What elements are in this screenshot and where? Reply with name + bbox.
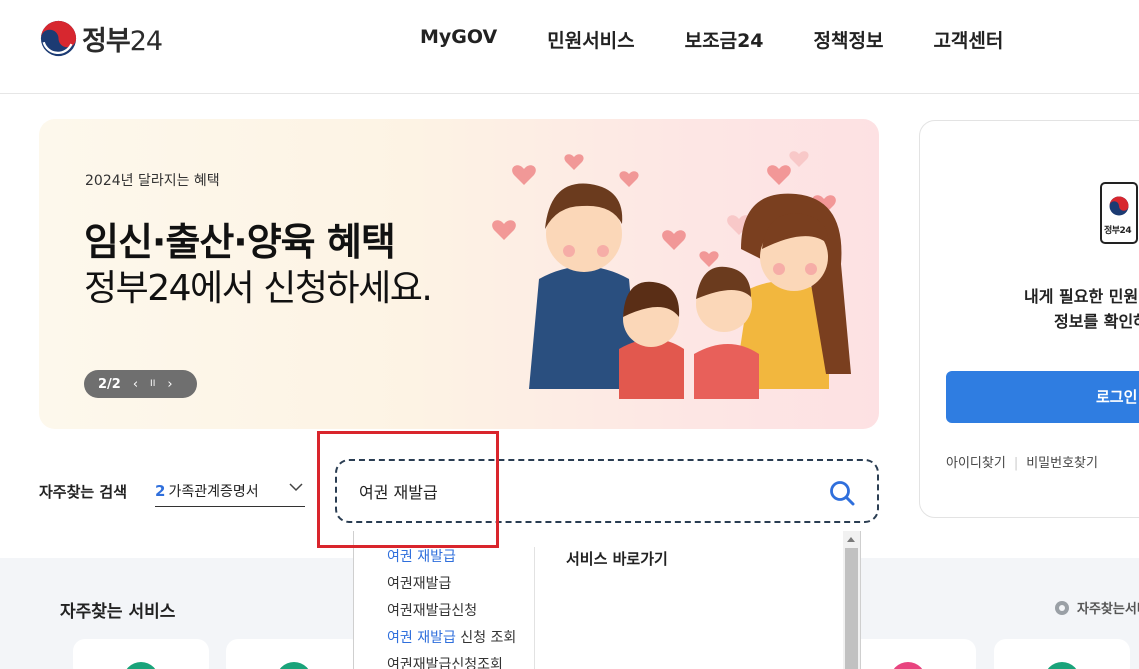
autocomplete-item[interactable]: 여권 재발급 xyxy=(387,547,516,574)
service-shortcut-heading: 서비스 바로가기 xyxy=(566,550,668,568)
frequent-search-label: 자주찾는 검색 xyxy=(39,483,128,501)
phone-label: 정부24 xyxy=(1104,226,1132,236)
logo-text: 정부24 xyxy=(82,26,163,57)
autocomplete-item[interactable]: 여권재발급 xyxy=(387,574,516,601)
frequent-search-term: 가족관계증명서 xyxy=(168,484,259,500)
frequent-services-settings-label: 자주찾는서비 xyxy=(1077,602,1139,617)
login-message-line2: 정보를 확인하 xyxy=(1054,312,1139,331)
scroll-thumb[interactable] xyxy=(845,548,858,669)
autocomplete-item[interactable]: 여권재발급신청 xyxy=(387,601,516,628)
frequent-services-settings[interactable]: 자주찾는서비 xyxy=(1053,598,1139,617)
scroll-up-icon[interactable] xyxy=(847,537,855,542)
frequent-search-select[interactable]: 2 가족관계증명서 xyxy=(155,476,305,507)
taegeuk-logo-icon xyxy=(1109,196,1129,216)
promo-banner[interactable]: 2024년 달라지는 혜택 임신·출산·양육 혜택 정부24에서 신청하세요. … xyxy=(39,119,879,429)
service-icon xyxy=(123,662,159,669)
autocomplete-divider xyxy=(534,547,535,669)
frequent-services-title: 자주찾는 서비스 xyxy=(60,602,176,622)
nav-policy-info[interactable]: 정책정보 xyxy=(814,26,884,53)
autocomplete-scrollbar[interactable] xyxy=(843,531,860,669)
search-autocomplete: 여권 재발급 여권재발급 여권재발급신청 여권 재발급 신청 조회 여권재발급신… xyxy=(353,531,861,669)
frequent-search-rank: 2 xyxy=(155,482,166,500)
autocomplete-item[interactable]: 여권재발급신청조회 xyxy=(387,655,516,669)
login-message-line1: 내게 필요한 민원 xyxy=(1024,287,1139,306)
login-links: 아이디찾기 | 비밀번호찾기 xyxy=(946,452,1098,471)
pause-icon[interactable]: II xyxy=(150,379,155,389)
login-button[interactable]: 로그인 xyxy=(946,371,1139,423)
service-card[interactable] xyxy=(73,639,209,669)
nav-subsidy24[interactable]: 보조금24 xyxy=(685,26,764,53)
find-password-link[interactable]: 비밀번호찾기 xyxy=(1026,456,1098,471)
service-icon xyxy=(276,662,312,669)
banner-title-secondary: 정부24에서 신청하세요. xyxy=(84,268,433,309)
banner-pager: 2/2 ‹ II › xyxy=(84,370,197,398)
taegeuk-logo-icon xyxy=(40,20,77,57)
link-divider: | xyxy=(1013,456,1019,471)
next-slide-icon[interactable]: › xyxy=(167,377,172,392)
logo[interactable]: 정부24 xyxy=(40,19,163,58)
banner-page-count: 2/2 xyxy=(98,376,121,392)
main-nav: MyGOV 민원서비스 보조금24 정책정보 고객센터 xyxy=(420,26,1053,53)
nav-customer-center[interactable]: 고객센터 xyxy=(933,26,1003,53)
search-input[interactable] xyxy=(359,481,809,500)
phone-icon: 정부24 xyxy=(1100,182,1138,244)
prev-slide-icon[interactable]: ‹ xyxy=(133,377,138,392)
nav-civil-services[interactable]: 민원서비스 xyxy=(547,26,634,53)
banner-title: 임신·출산·양육 혜택 xyxy=(84,220,396,264)
search-box xyxy=(335,459,879,523)
autocomplete-item[interactable]: 여권 재발급 신청 조회 xyxy=(387,628,516,655)
find-id-link[interactable]: 아이디찾기 xyxy=(946,456,1006,471)
banner-subtitle: 2024년 달라지는 혜택 xyxy=(85,173,220,189)
chevron-down-icon xyxy=(289,483,303,492)
autocomplete-list: 여권 재발급 여권재발급 여권재발급신청 여권 재발급 신청 조회 여권재발급신… xyxy=(387,547,516,669)
service-icon xyxy=(1044,662,1080,669)
service-icon xyxy=(890,662,926,669)
search-icon[interactable] xyxy=(829,480,855,506)
family-illustration xyxy=(492,151,851,399)
login-panel: 정부24 내게 필요한 민원 정보를 확인하 로그인 아이디찾기 | 비밀번호찾기 xyxy=(919,120,1139,518)
gear-icon xyxy=(1055,600,1069,615)
site-header: 정부24 MyGOV 민원서비스 보조금24 정책정보 고객센터 xyxy=(0,0,1139,94)
service-card[interactable] xyxy=(226,639,362,669)
service-card[interactable] xyxy=(994,639,1130,669)
nav-mygov[interactable]: MyGOV xyxy=(420,26,497,53)
